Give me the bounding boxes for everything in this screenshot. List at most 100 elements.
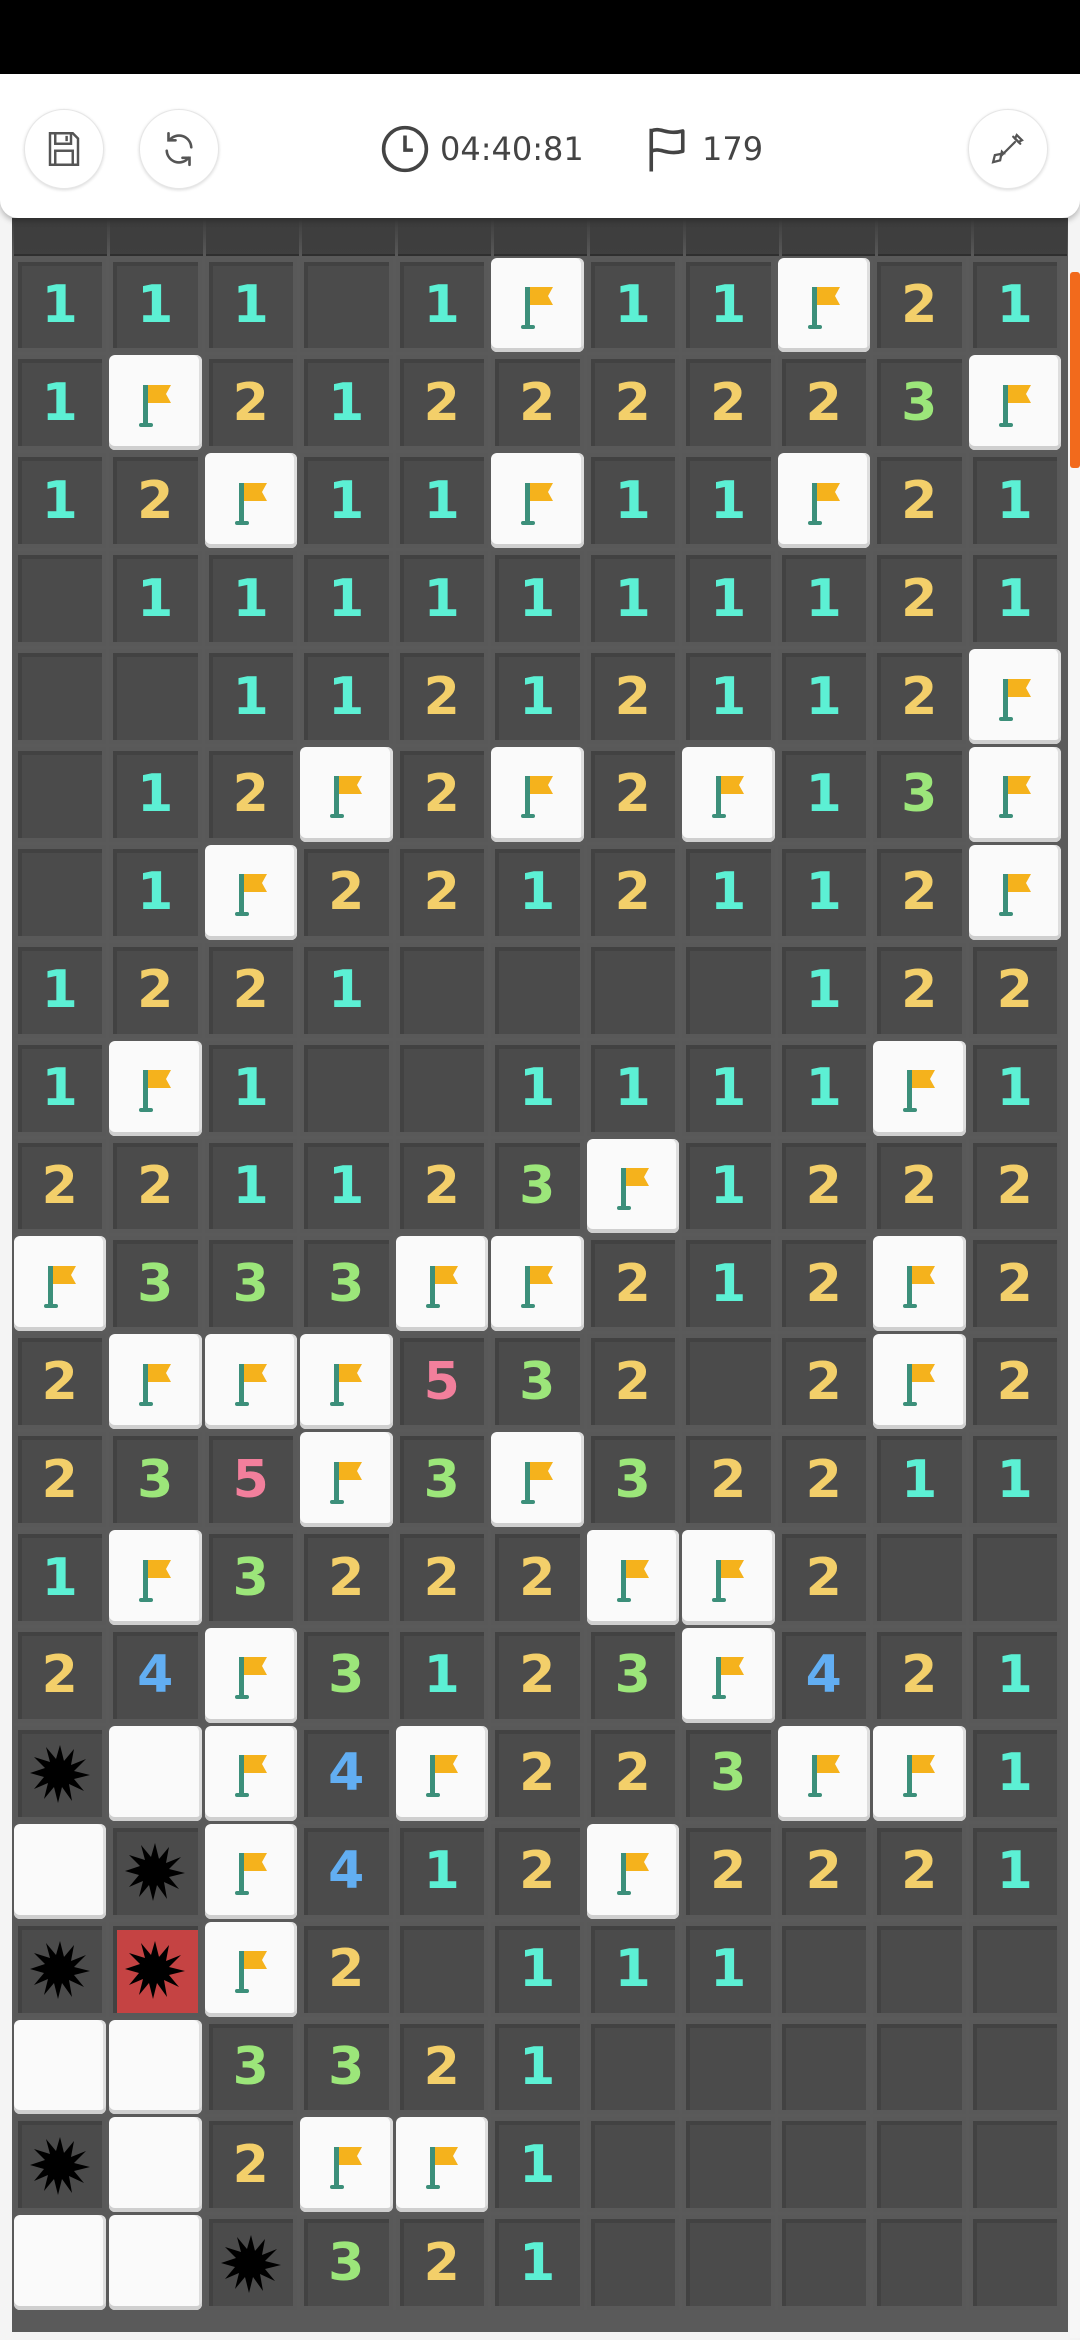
cell-r15-c7[interactable]: 3	[682, 1725, 775, 1821]
cell-r8-c5[interactable]: 1	[491, 1040, 584, 1136]
cell-r1-c2[interactable]: 2	[204, 355, 297, 451]
cell-r9-c9[interactable]: 2	[873, 1138, 966, 1234]
cell-r17-c6[interactable]: 1	[586, 1921, 679, 2017]
cell-r3-c10[interactable]: 1	[968, 551, 1061, 647]
cell-r16-c10[interactable]: 1	[968, 1823, 1061, 1919]
cell-r19-c0[interactable]	[13, 2117, 106, 2213]
cell-r14-c7[interactable]	[682, 1627, 775, 1723]
tool-toggle-button[interactable]	[968, 109, 1048, 189]
cell-r12-c3[interactable]	[300, 1432, 393, 1528]
cell-r3-c0[interactable]	[13, 551, 106, 647]
cell-r3-c7[interactable]: 1	[682, 551, 775, 647]
cell-r10-c2[interactable]: 3	[204, 1236, 297, 1332]
cell-r15-c6[interactable]: 2	[586, 1725, 679, 1821]
cell-r12-c9[interactable]: 1	[873, 1432, 966, 1528]
cell-r11-c6[interactable]: 2	[586, 1334, 679, 1430]
cell-r16-c5[interactable]: 2	[491, 1823, 584, 1919]
cell-r15-c2[interactable]	[204, 1725, 297, 1821]
cell-r4-c2[interactable]: 1	[204, 649, 297, 744]
cell-r13-c8[interactable]: 2	[777, 1530, 870, 1625]
cell-r3-c8[interactable]: 1	[777, 551, 870, 647]
cell-r20-c0[interactable]	[13, 2215, 106, 2311]
cell-r8-c6[interactable]: 1	[586, 1040, 679, 1136]
cell-r14-c0[interactable]: 2	[13, 1627, 106, 1723]
cell-r10-c5[interactable]	[491, 1236, 584, 1332]
cell-r18-c9[interactable]	[873, 2019, 966, 2115]
cell-r5-c4[interactable]: 2	[395, 746, 488, 842]
save-button[interactable]	[24, 109, 104, 189]
cell-r17-c2[interactable]	[204, 1921, 297, 2017]
cell-r10-c10[interactable]: 2	[968, 1236, 1061, 1332]
cell-r8-c1[interactable]	[109, 1040, 202, 1136]
cell-r4-c3[interactable]: 1	[300, 649, 393, 744]
cell-r8-c2[interactable]: 1	[204, 1040, 297, 1136]
cell-r9-c5[interactable]: 3	[491, 1138, 584, 1234]
cell-r20-c3[interactable]: 3	[300, 2215, 393, 2311]
cell-r9-c10[interactable]: 2	[968, 1138, 1061, 1234]
cell-r16-c3[interactable]: 4	[300, 1823, 393, 1919]
restart-button[interactable]	[139, 109, 219, 189]
cell-r18-c0[interactable]	[13, 2019, 106, 2115]
cell-r4-c9[interactable]: 2	[873, 649, 966, 744]
cell-r10-c6[interactable]: 2	[586, 1236, 679, 1332]
cell-r0-c6[interactable]: 1	[586, 257, 679, 353]
cell-r12-c2[interactable]: 5	[204, 1432, 297, 1528]
cell-r15-c8[interactable]	[777, 1725, 870, 1821]
cell-r1-c5[interactable]: 2	[491, 355, 584, 451]
cell-r9-c0[interactable]: 2	[13, 1138, 106, 1234]
cell-r6-c2[interactable]	[204, 844, 297, 940]
cell-r4-c0[interactable]	[13, 649, 106, 744]
cell-r10-c3[interactable]: 3	[300, 1236, 393, 1332]
cell-r1-c3[interactable]: 1	[300, 355, 393, 451]
cell-r0-c2[interactable]: 1	[204, 257, 297, 353]
cell-r12-c1[interactable]: 3	[109, 1432, 202, 1528]
cell-r19-c7[interactable]	[682, 2117, 775, 2213]
cell-r11-c0[interactable]: 2	[13, 1334, 106, 1430]
cell-r20-c8[interactable]	[777, 2215, 870, 2311]
cell-r16-c9[interactable]: 2	[873, 1823, 966, 1919]
cell-r7-c9[interactable]: 2	[873, 942, 966, 1038]
cell-r1-c1[interactable]	[109, 355, 202, 451]
cell-r2-c3[interactable]: 1	[300, 453, 393, 549]
cell-r6-c7[interactable]: 1	[682, 844, 775, 940]
cell-r6-c8[interactable]: 1	[777, 844, 870, 940]
cell-r8-c10[interactable]: 1	[968, 1040, 1061, 1136]
cell-r20-c5[interactable]: 1	[491, 2215, 584, 2311]
cell-r6-c4[interactable]: 2	[395, 844, 488, 940]
cell-r0-c9[interactable]: 2	[873, 257, 966, 353]
cell-r1-c8[interactable]: 2	[777, 355, 870, 451]
cell-r16-c8[interactable]: 2	[777, 1823, 870, 1919]
cell-r14-c1[interactable]: 4	[109, 1627, 202, 1723]
cell-r3-c1[interactable]: 1	[109, 551, 202, 647]
cell-r0-c1[interactable]: 1	[109, 257, 202, 353]
cell-r11-c5[interactable]: 3	[491, 1334, 584, 1430]
cell-r7-c10[interactable]: 2	[968, 942, 1061, 1038]
cell-r13-c0[interactable]: 1	[13, 1530, 106, 1625]
cell-r12-c0[interactable]: 2	[13, 1432, 106, 1528]
cell-r9-c8[interactable]: 2	[777, 1138, 870, 1234]
cell-r6-c1[interactable]: 1	[109, 844, 202, 940]
cell-r14-c4[interactable]: 1	[395, 1627, 488, 1723]
cell-r7-c7[interactable]	[682, 942, 775, 1038]
cell-r6-c10[interactable]	[968, 844, 1061, 940]
cell-r16-c1[interactable]	[109, 1823, 202, 1919]
cell-r7-c5[interactable]	[491, 942, 584, 1038]
cell-r11-c4[interactable]: 5	[395, 1334, 488, 1430]
cell-r20-c2[interactable]	[204, 2215, 297, 2311]
cell-r17-c1[interactable]	[109, 1921, 202, 2017]
cell-r2-c8[interactable]	[777, 453, 870, 549]
cell-r3-c4[interactable]: 1	[395, 551, 488, 647]
cell-r20-c7[interactable]	[682, 2215, 775, 2311]
cell-r9-c7[interactable]: 1	[682, 1138, 775, 1234]
cell-r5-c7[interactable]	[682, 746, 775, 842]
cell-r17-c3[interactable]: 2	[300, 1921, 393, 2017]
cell-r15-c9[interactable]	[873, 1725, 966, 1821]
cell-r17-c0[interactable]	[13, 1921, 106, 2017]
cell-r0-c7[interactable]: 1	[682, 257, 775, 353]
cell-r5-c5[interactable]	[491, 746, 584, 842]
cell-r7-c2[interactable]: 2	[204, 942, 297, 1038]
cell-r1-c0[interactable]: 1	[13, 355, 106, 451]
cell-r11-c9[interactable]	[873, 1334, 966, 1430]
cell-r20-c10[interactable]	[968, 2215, 1061, 2311]
cell-r7-c8[interactable]: 1	[777, 942, 870, 1038]
